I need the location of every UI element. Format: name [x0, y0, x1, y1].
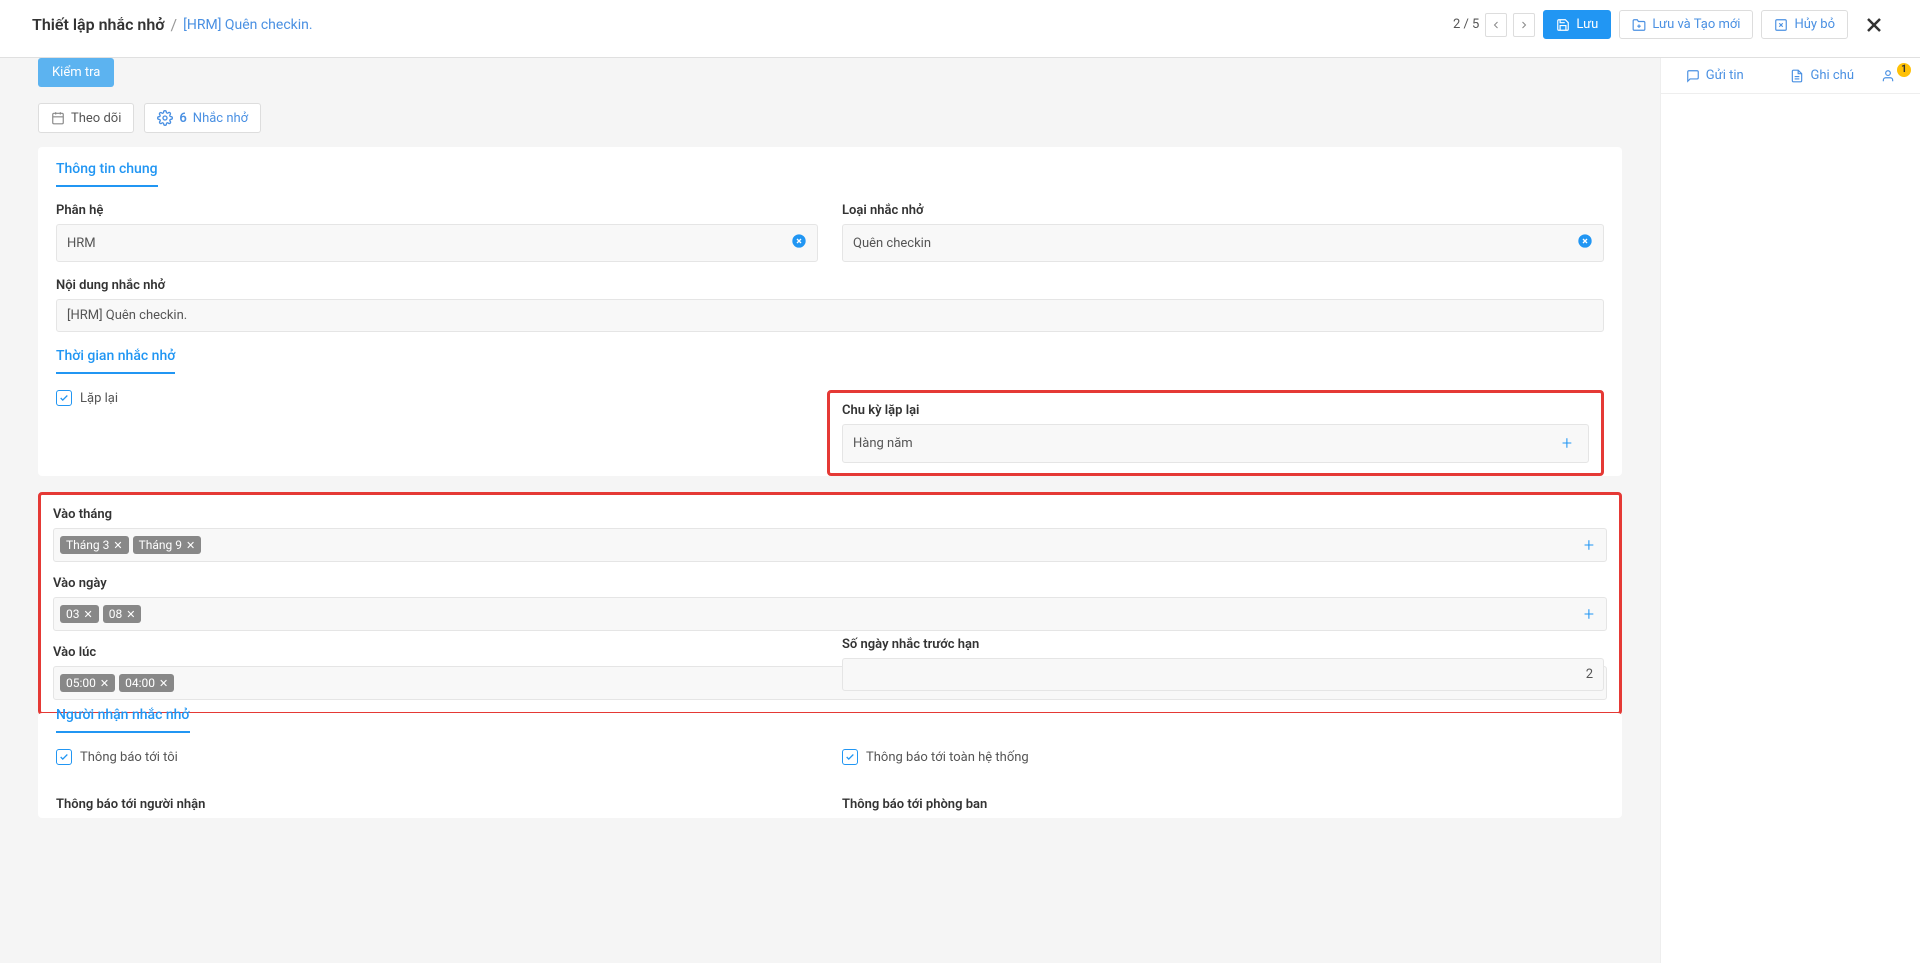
day-chip: 03✕	[60, 605, 99, 623]
subsystem-select[interactable]: HRM	[56, 224, 818, 262]
tab-note-label: Ghi chú	[1810, 68, 1854, 83]
save-icon	[1556, 18, 1570, 32]
x-square-icon	[1774, 18, 1788, 32]
tab-followers[interactable]: 1	[1876, 58, 1920, 93]
pager-text: 2 / 5	[1453, 17, 1479, 32]
days-before-input[interactable]	[842, 658, 1604, 691]
page-header: Thiết lập nhắc nhở / [HRM] Quên checkin.…	[0, 0, 1920, 58]
cycle-label: Chu kỳ lặp lại	[842, 403, 1589, 418]
recipients-section-title: Người nhận nhắc nhở	[56, 707, 190, 733]
right-sidebar: Gửi tin Ghi chú 1	[1660, 58, 1920, 963]
month-chip: Tháng 9✕	[133, 536, 202, 554]
follow-button[interactable]: Theo dõi	[38, 103, 134, 133]
subsystem-value: HRM	[67, 236, 96, 251]
notify-me-label: Thông báo tới tôi	[80, 750, 178, 765]
chip-remove-icon[interactable]: ✕	[84, 608, 93, 621]
notify-me-checkbox[interactable]	[56, 749, 72, 765]
notify-system-checkbox-row[interactable]: Thông báo tới toàn hệ thống	[842, 749, 1604, 765]
cycle-value: Hàng năm	[853, 436, 913, 451]
pager-prev-button[interactable]	[1485, 13, 1507, 37]
day-chips-input[interactable]: 03✕ 08✕ +	[53, 597, 1607, 631]
breadcrumb-sub[interactable]: [HRM] Quên checkin.	[183, 17, 312, 33]
content-input[interactable]	[56, 299, 1604, 332]
chat-icon	[1686, 69, 1700, 83]
note-icon	[1790, 69, 1804, 83]
month-chips-input[interactable]: Tháng 3✕ Tháng 9✕ +	[53, 528, 1607, 562]
repeat-label: Lặp lại	[80, 391, 118, 406]
clear-icon[interactable]	[1577, 233, 1593, 253]
repeat-checkbox-row[interactable]: Lặp lại	[56, 390, 803, 406]
save-new-button-label: Lưu và Tạo mới	[1652, 17, 1740, 32]
breadcrumb-separator: /	[171, 15, 178, 34]
month-label: Vào tháng	[53, 507, 1607, 522]
breadcrumb-main: Thiết lập nhắc nhở	[32, 15, 165, 34]
right-tabs: Gửi tin Ghi chú 1	[1661, 58, 1920, 94]
pager-next-button[interactable]	[1513, 13, 1535, 37]
notify-recipient-label: Thông báo tới người nhận	[56, 797, 818, 812]
cycle-add-icon[interactable]: +	[1556, 433, 1578, 454]
close-button[interactable]	[1860, 11, 1888, 39]
days-before-label: Số ngày nhắc trước hạn	[842, 637, 1604, 652]
calendar-icon	[51, 111, 65, 125]
general-section-title: Thông tin chung	[56, 161, 158, 187]
content-label: Nội dung nhắc nhở	[56, 278, 1604, 293]
add-chip-icon[interactable]: +	[1578, 535, 1600, 556]
time-section-title: Thời gian nhắc nhở	[56, 348, 175, 374]
type-label: Loại nhắc nhở	[842, 203, 1604, 218]
tab-send-message-label: Gửi tin	[1706, 68, 1744, 83]
cycle-select[interactable]: Hàng năm +	[842, 424, 1589, 463]
add-chip-icon[interactable]: +	[1578, 604, 1600, 625]
test-button[interactable]: Kiểm tra	[38, 58, 114, 87]
day-label: Vào ngày	[53, 576, 1607, 591]
notify-system-checkbox[interactable]	[842, 749, 858, 765]
repeat-checkbox[interactable]	[56, 390, 72, 406]
notify-me-checkbox-row[interactable]: Thông báo tới tôi	[56, 749, 818, 765]
chip-remove-icon[interactable]: ✕	[186, 539, 195, 552]
folder-plus-icon	[1632, 18, 1646, 32]
day-chip: 08✕	[103, 605, 142, 623]
header-actions: 2 / 5 Lưu Lưu và Tạo mới Hủy bỏ	[1453, 10, 1888, 39]
gear-icon	[157, 110, 173, 126]
extra-section: Số ngày nhắc trước hạn Người nhận nhắc n…	[38, 713, 1622, 818]
reminders-button[interactable]: 6 Nhắc nhở	[144, 103, 261, 133]
save-new-button[interactable]: Lưu và Tạo mới	[1619, 10, 1753, 39]
subsystem-label: Phân hệ	[56, 203, 818, 218]
person-icon	[1881, 69, 1895, 83]
tab-send-message[interactable]: Gửi tin	[1661, 58, 1769, 93]
type-select[interactable]: Quên checkin	[842, 224, 1604, 262]
month-chip: Tháng 3✕	[60, 536, 129, 554]
reminders-label: Nhắc nhở	[193, 111, 248, 126]
chip-remove-icon[interactable]: ✕	[113, 539, 122, 552]
notify-system-label: Thông báo tới toàn hệ thống	[866, 750, 1029, 765]
content-area: Kiểm tra Theo dõi 6 Nhắc nhở Thông tin c…	[0, 58, 1660, 963]
followers-badge: 1	[1897, 63, 1911, 77]
record-pager: 2 / 5	[1453, 13, 1535, 37]
chip-remove-icon[interactable]: ✕	[126, 608, 135, 621]
tab-note[interactable]: Ghi chú	[1769, 58, 1877, 93]
type-value: Quên checkin	[853, 236, 931, 251]
notify-dept-label: Thông báo tới phòng ban	[842, 797, 1604, 812]
follow-toolbar: Theo dõi 6 Nhắc nhở	[8, 103, 1652, 147]
cancel-button[interactable]: Hủy bỏ	[1761, 10, 1848, 39]
clear-icon[interactable]	[791, 233, 807, 253]
reminders-count: 6	[179, 111, 186, 126]
save-button[interactable]: Lưu	[1543, 10, 1611, 39]
save-button-label: Lưu	[1576, 17, 1598, 32]
follow-button-label: Theo dõi	[71, 111, 121, 126]
cancel-button-label: Hủy bỏ	[1794, 17, 1835, 32]
general-section: Thông tin chung Phân hệ HRM Loại nhắc nh…	[38, 147, 1622, 476]
main-layout: Kiểm tra Theo dõi 6 Nhắc nhở Thông tin c…	[0, 58, 1920, 963]
breadcrumb: Thiết lập nhắc nhở / [HRM] Quên checkin.	[32, 15, 313, 34]
